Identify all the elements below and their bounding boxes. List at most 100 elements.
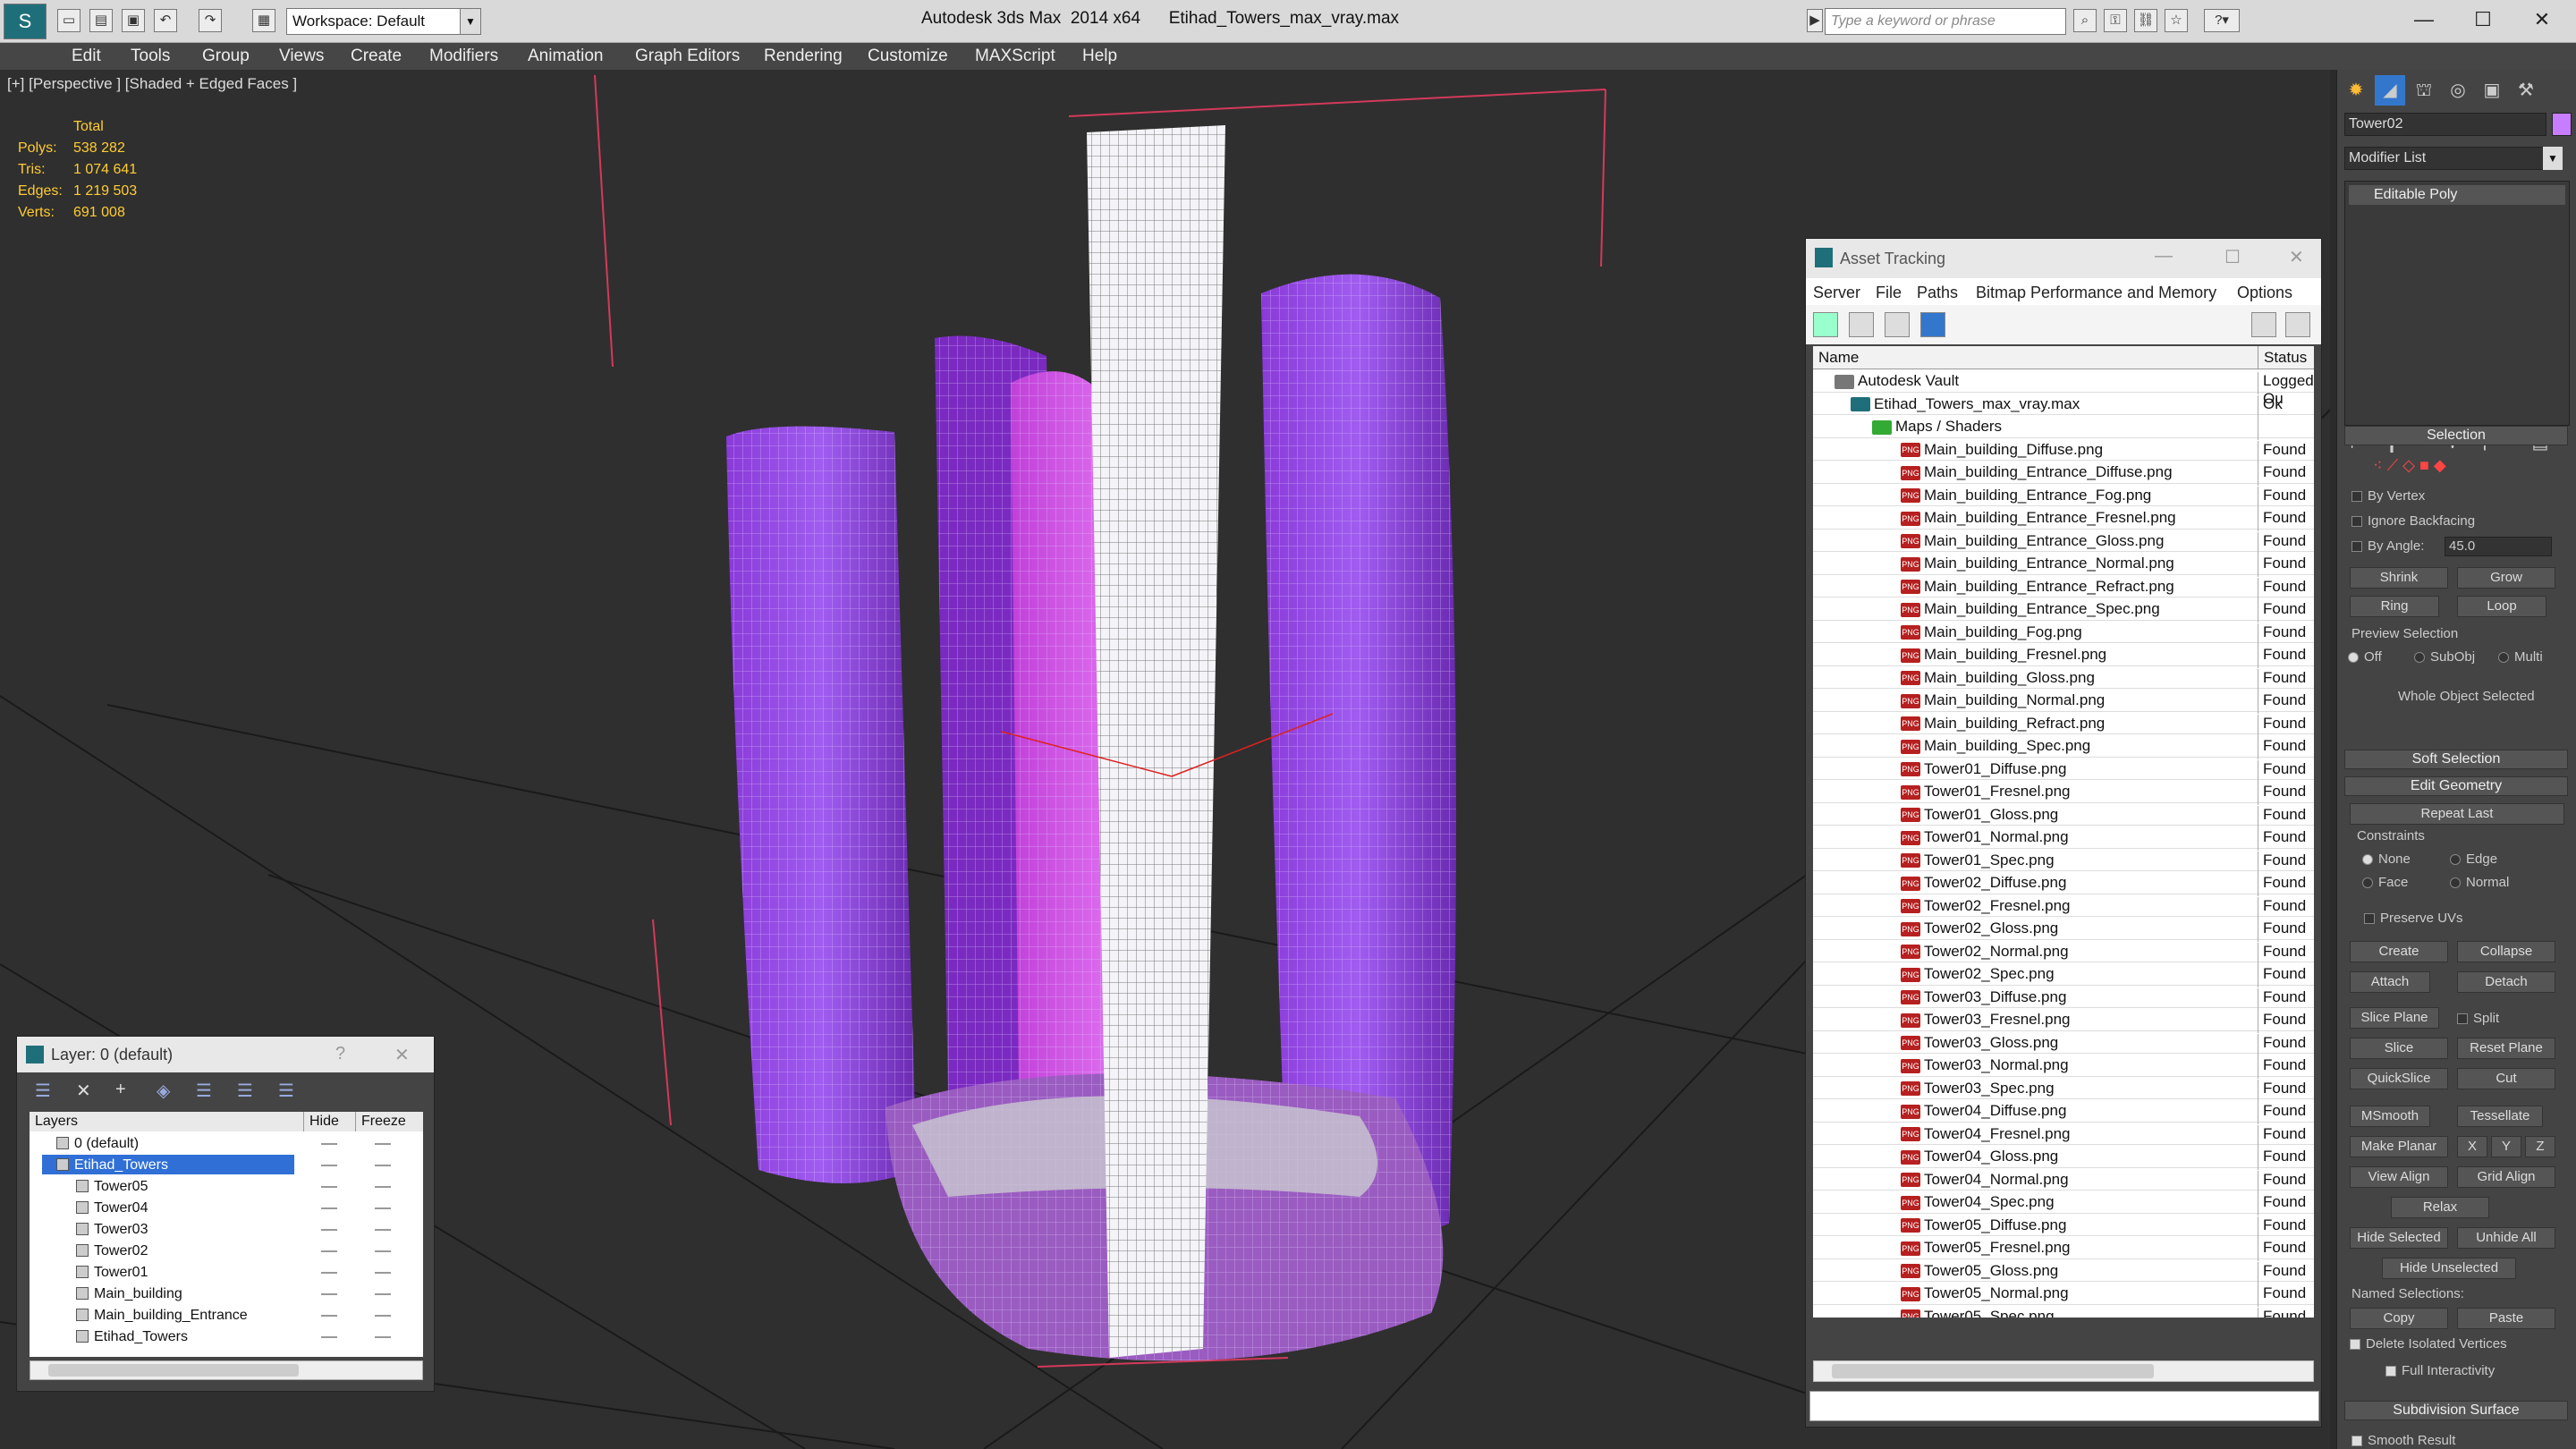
hide-toggle[interactable] xyxy=(321,1272,337,1274)
delete-isolated-checkbox[interactable]: Delete Isolated Vertices xyxy=(2350,1336,2507,1352)
angle-spinner[interactable]: 45.0 xyxy=(2445,537,2552,556)
constraint-edge-radio[interactable]: Edge xyxy=(2450,852,2497,867)
layer-manager-titlebar[interactable]: Layer: 0 (default) ? ✕ xyxy=(17,1037,434,1072)
layer-row[interactable]: 0 (default) xyxy=(30,1133,423,1155)
chevron-right-icon[interactable]: ▶ xyxy=(1807,9,1823,32)
viewport-label[interactable]: [+] [Perspective ] [Shaded + Edged Faces… xyxy=(7,75,297,93)
repeat-last-button[interactable]: Repeat Last xyxy=(2350,803,2564,825)
asset-row[interactable]: PNG Tower01_Diffuse.png Found xyxy=(1813,758,2314,783)
asset-row[interactable]: PNG Tower05_Diffuse.png Found xyxy=(1813,1214,2314,1239)
soft-selection-rollout-header[interactable]: Soft Selection xyxy=(2344,750,2568,769)
open-file-icon[interactable]: ▤ xyxy=(89,9,113,32)
shrink-button[interactable]: Shrink xyxy=(2350,567,2448,589)
stack-item-editable-poly[interactable]: Editable Poly xyxy=(2349,185,2565,205)
paste-button[interactable]: Paste xyxy=(2457,1308,2555,1329)
menu-file[interactable]: File xyxy=(1876,284,1902,302)
grow-button[interactable]: Grow xyxy=(2457,567,2555,589)
menu-customize[interactable]: Customize xyxy=(868,47,948,66)
minimize-icon[interactable]: — xyxy=(2397,4,2451,38)
object-name-field[interactable]: Tower02 xyxy=(2344,113,2546,136)
asset-row[interactable]: Maps / Shaders xyxy=(1813,415,2314,440)
column-status[interactable]: Status xyxy=(2258,346,2307,369)
project-folder-icon[interactable]: ▦ xyxy=(252,9,275,32)
asset-row[interactable]: PNG Main_building_Entrance_Refract.png Fou… xyxy=(1813,575,2314,600)
help-icon[interactable]: ?▾ xyxy=(2204,9,2240,32)
asset-row[interactable]: PNG Main_building_Fresnel.png Found xyxy=(1813,643,2314,668)
hierarchy-tab-icon[interactable]: ⛫ xyxy=(2409,75,2439,106)
asset-row[interactable]: PNG Tower04_Diffuse.png Found xyxy=(1813,1099,2314,1124)
asset-row[interactable]: PNG Main_building_Fog.png Found xyxy=(1813,621,2314,646)
ring-button[interactable]: Ring xyxy=(2350,596,2439,617)
by-angle-checkbox[interactable]: By Angle: xyxy=(2351,538,2424,554)
asset-row[interactable]: PNG Tower03_Diffuse.png Found xyxy=(1813,986,2314,1011)
freeze-toggle[interactable] xyxy=(375,1336,391,1338)
modifier-list-select[interactable]: Modifier List xyxy=(2344,147,2563,170)
loop-button[interactable]: Loop xyxy=(2457,596,2546,617)
relax-button[interactable]: Relax xyxy=(2391,1197,2489,1218)
asset-row[interactable]: PNG Tower05_Normal.png Found xyxy=(1813,1282,2314,1307)
asset-row[interactable]: Etihad_Towers_max_vray.max Ok xyxy=(1813,393,2314,418)
asset-row[interactable]: PNG Main_building_Refract.png Found xyxy=(1813,712,2314,737)
asset-row[interactable]: PNG Tower02_Spec.png Found xyxy=(1813,962,2314,987)
new-file-icon[interactable]: ▭ xyxy=(57,9,80,32)
column-hide[interactable]: Hide xyxy=(303,1112,339,1131)
asset-row[interactable]: Autodesk Vault Logged Ou xyxy=(1813,369,2314,407)
hide-toggle[interactable] xyxy=(321,1143,337,1145)
create-tab-icon[interactable]: ✹ xyxy=(2341,75,2371,106)
asset-row[interactable]: PNG Main_building_Entrance_Normal.png Foun… xyxy=(1813,552,2314,577)
asset-row[interactable]: PNG Main_building_Entrance_Spec.png Found xyxy=(1813,597,2314,623)
modify-tab-icon[interactable]: ◢ xyxy=(2375,75,2405,106)
chevron-down-icon[interactable]: ▼ xyxy=(2543,147,2563,170)
by-vertex-checkbox[interactable]: By Vertex xyxy=(2351,488,2425,504)
hide-selected-button[interactable]: Hide Selected xyxy=(2350,1227,2448,1249)
close-icon[interactable]: ✕ xyxy=(2515,4,2569,38)
view-align-button[interactable]: View Align xyxy=(2350,1166,2448,1188)
list-view-icon[interactable] xyxy=(1849,312,1874,337)
quickslice-button[interactable]: QuickSlice xyxy=(2350,1068,2448,1089)
hide-all-icon[interactable]: ☰ xyxy=(237,1080,253,1102)
menu-create[interactable]: Create xyxy=(351,47,402,66)
chevron-down-icon[interactable]: ▼ xyxy=(460,8,481,35)
menu-modifiers[interactable]: Modifiers xyxy=(429,47,498,66)
layer-row[interactable]: Etihad_Towers xyxy=(30,1326,423,1348)
menu-views[interactable]: Views xyxy=(279,47,324,66)
scroll-thumb[interactable] xyxy=(48,1364,299,1377)
asset-row[interactable]: PNG Tower04_Fresnel.png Found xyxy=(1813,1123,2314,1148)
motion-tab-icon[interactable]: ◎ xyxy=(2443,75,2473,106)
freeze-toggle[interactable] xyxy=(375,1293,391,1295)
asset-row[interactable]: PNG Tower02_Diffuse.png Found xyxy=(1813,871,2314,896)
detach-button[interactable]: Detach xyxy=(2457,971,2555,993)
layer-row[interactable]: Tower04 xyxy=(30,1198,423,1219)
asset-path-field[interactable] xyxy=(1809,1391,2319,1421)
asset-row[interactable]: PNG Tower03_Gloss.png Found xyxy=(1813,1031,2314,1056)
app-logo-icon[interactable]: S xyxy=(4,4,47,39)
asset-row[interactable]: PNG Tower04_Spec.png Found xyxy=(1813,1191,2314,1216)
asset-row[interactable]: PNG Main_building_Entrance_Gloss.png Found xyxy=(1813,530,2314,555)
freeze-toggle[interactable] xyxy=(375,1143,391,1145)
copy-button[interactable]: Copy xyxy=(2350,1308,2448,1329)
hide-toggle[interactable] xyxy=(321,1315,337,1317)
constraint-none-radio[interactable]: None xyxy=(2362,852,2411,867)
maximize-icon[interactable]: ☐ xyxy=(2224,246,2241,268)
hide-toggle[interactable] xyxy=(321,1186,337,1188)
menu-bitmap-performance[interactable]: Bitmap Performance and Memory xyxy=(1976,284,2216,302)
undo-icon[interactable]: ↶ xyxy=(154,9,177,32)
layer-row[interactable]: Etihad_Towers xyxy=(30,1155,423,1176)
link-icon[interactable]: ⛓ xyxy=(2134,9,2157,32)
asset-row[interactable]: PNG Tower01_Normal.png Found xyxy=(1813,826,2314,851)
full-interactivity-checkbox[interactable]: Full Interactivity xyxy=(2385,1363,2495,1378)
asset-row[interactable]: PNG Main_building_Gloss.png Found xyxy=(1813,666,2314,691)
subdivision-surface-rollout-header[interactable]: Subdivision Surface xyxy=(2344,1401,2568,1420)
freeze-toggle[interactable] xyxy=(375,1229,391,1231)
preview-subobj-radio[interactable]: SubObj xyxy=(2414,649,2475,665)
smooth-result-checkbox[interactable]: Smooth Result xyxy=(2351,1433,2455,1448)
binoculars-icon[interactable]: ⌕ xyxy=(2073,9,2097,32)
asset-row[interactable]: PNG Tower01_Gloss.png Found xyxy=(1813,803,2314,828)
planar-z-button[interactable]: Z xyxy=(2525,1136,2555,1157)
asset-row[interactable]: PNG Tower03_Normal.png Found xyxy=(1813,1054,2314,1079)
asset-row[interactable]: PNG Tower05_Fresnel.png Found xyxy=(1813,1236,2314,1261)
column-name[interactable]: Name xyxy=(1818,349,1859,367)
preserve-uvs-checkbox[interactable]: Preserve UVs xyxy=(2364,911,2463,926)
close-icon[interactable]: ✕ xyxy=(2289,246,2304,268)
settings-icon[interactable] xyxy=(2285,312,2310,337)
